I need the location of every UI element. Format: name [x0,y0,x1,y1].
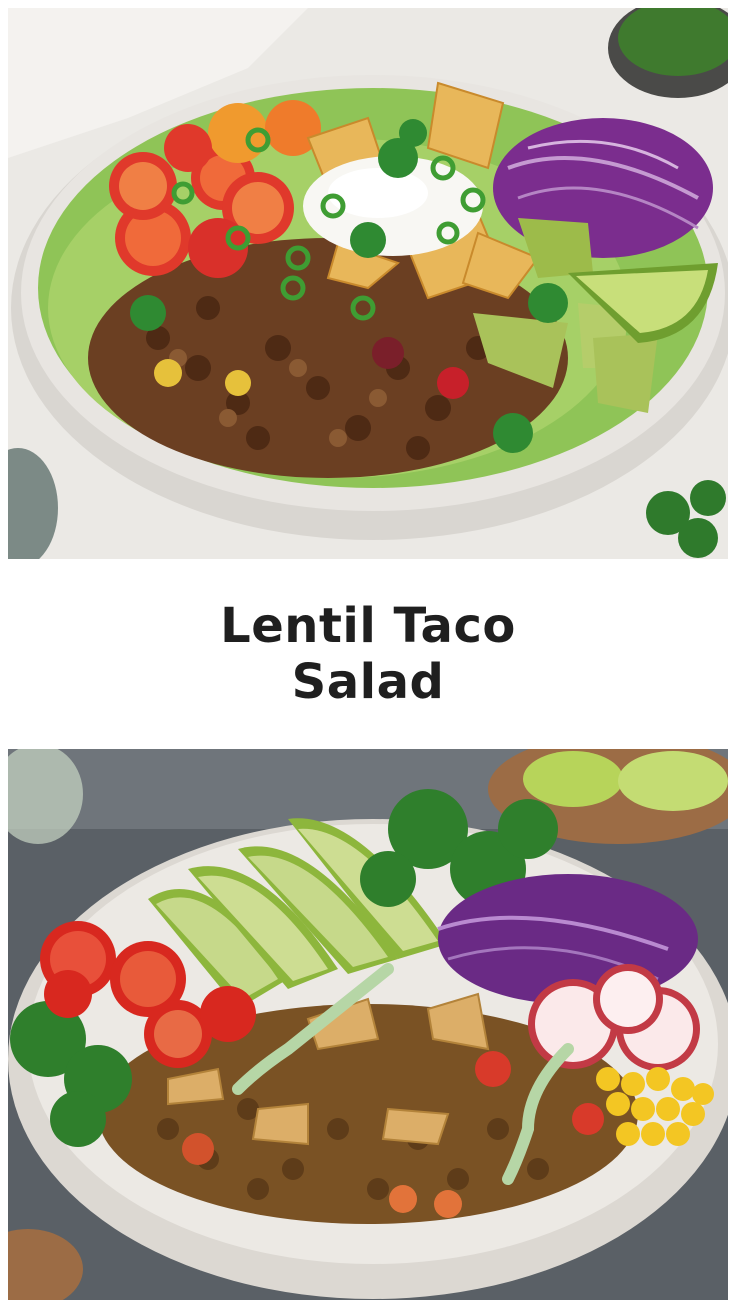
top-salad-illustration [8,8,728,559]
title-band: Lentil Taco Salad [0,559,736,749]
bottom-salad-photo [8,749,728,1300]
bottom-salad-illustration [8,749,728,1300]
page-title: Lentil Taco Salad [220,598,516,710]
top-salad-photo [8,8,728,559]
